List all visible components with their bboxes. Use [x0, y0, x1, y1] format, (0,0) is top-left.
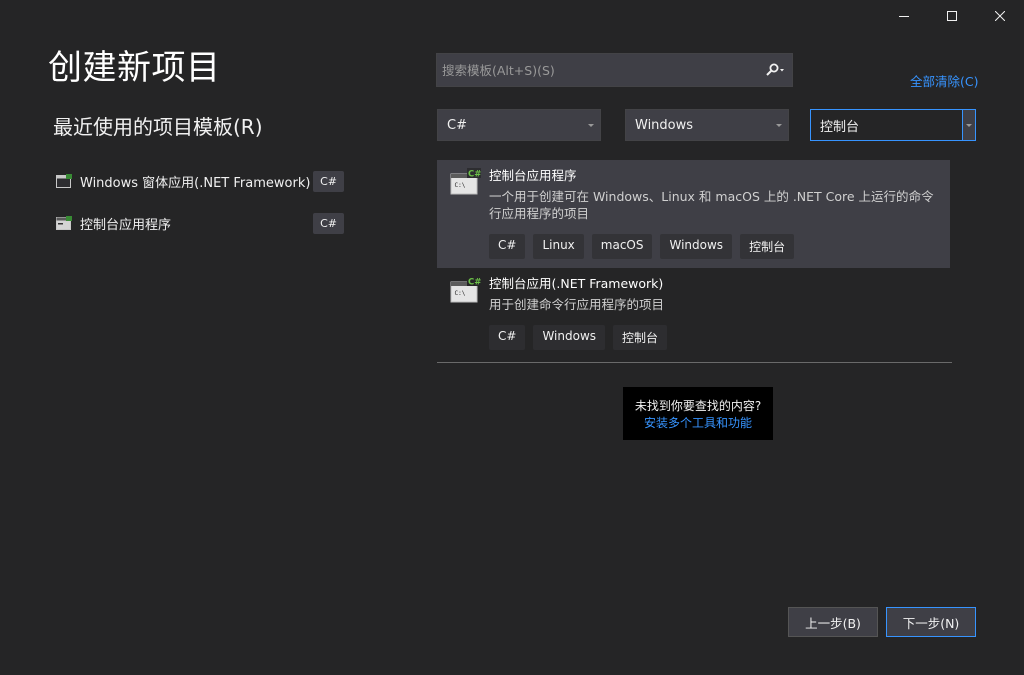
minimize-icon [899, 16, 909, 17]
install-tools-link[interactable]: 安装多个工具和功能 [623, 415, 773, 432]
language-tag: C# [313, 212, 344, 234]
dropdown-toggle[interactable] [962, 110, 975, 140]
result-tag: 控制台 [740, 234, 795, 259]
chevron-down-icon [588, 123, 594, 127]
minimize-button[interactable] [880, 0, 928, 32]
language-filter-value: C# [447, 117, 467, 133]
result-tag: 控制台 [613, 325, 668, 350]
close-button[interactable] [976, 0, 1024, 32]
result-tag: Windows [660, 234, 733, 259]
chevron-down-icon [966, 123, 972, 127]
result-tag: Linux [533, 234, 584, 259]
recent-item-console-app[interactable]: 控制台应用程序 C# [56, 202, 348, 244]
recent-item-windows-forms[interactable]: Windows 窗体应用(.NET Framework) C# [56, 160, 348, 202]
maximize-button[interactable] [928, 0, 976, 32]
result-title: 控制台应用程序 [489, 168, 577, 183]
result-tag: C# [489, 234, 526, 259]
svg-text:C#: C# [468, 170, 481, 180]
console-app-icon [56, 216, 72, 230]
result-title: 控制台应用(.NET Framework) [489, 276, 664, 291]
template-result-console-app[interactable]: C:\ C# 控制台应用程序 一个用于创建可在 Windows、Linux 和 … [437, 160, 950, 268]
result-tags: C# Linux macOS Windows 控制台 [489, 234, 938, 259]
result-tag: macOS [591, 234, 653, 259]
language-filter[interactable]: C# [437, 109, 601, 141]
svg-text:C:\: C:\ [455, 182, 466, 189]
recent-item-label: 控制台应用程序 [80, 217, 172, 233]
back-button[interactable]: 上一步(B) [788, 607, 878, 637]
csharp-console-icon: C:\ C# [450, 276, 481, 303]
template-result-console-app-framework[interactable]: C:\ C# 控制台应用(.NET Framework) 用于创建命令行应用程序… [437, 268, 950, 359]
page-title: 创建新项目 [48, 48, 221, 88]
result-description: 用于创建命令行应用程序的项目 [489, 297, 665, 312]
search-options-button[interactable] [758, 54, 792, 86]
recent-templates-list: Windows 窗体应用(.NET Framework) C# 控制台应用程序 … [56, 160, 348, 244]
result-description: 一个用于创建可在 Windows、Linux 和 macOS 上的 .NET C… [489, 189, 934, 221]
clear-all-link[interactable]: 全部清除(C) [910, 71, 978, 90]
project-type-filter[interactable]: 控制台 [810, 109, 976, 141]
next-button[interactable]: 下一步(N) [886, 607, 976, 637]
not-found-panel: 未找到你要查找的内容? 安装多个工具和功能 [623, 387, 773, 440]
windows-form-icon [56, 174, 72, 188]
platform-filter-value: Windows [635, 117, 694, 133]
result-tag: Windows [533, 325, 606, 350]
template-search [436, 53, 793, 87]
maximize-icon [947, 11, 957, 21]
csharp-console-icon: C:\ C# [450, 168, 481, 195]
search-icon [766, 63, 784, 76]
not-found-question: 未找到你要查找的内容? [634, 399, 762, 413]
svg-text:C#: C# [468, 278, 481, 288]
close-icon [995, 11, 1005, 21]
project-type-filter-value: 控制台 [820, 119, 860, 135]
svg-text:C:\: C:\ [455, 290, 466, 297]
language-tag: C# [313, 170, 344, 192]
result-tags: C# Windows 控制台 [489, 325, 938, 350]
search-input[interactable] [437, 62, 758, 78]
results-divider [437, 362, 952, 363]
template-results-list: C:\ C# 控制台应用程序 一个用于创建可在 Windows、Linux 和 … [437, 160, 950, 359]
chevron-down-icon [776, 123, 782, 127]
platform-filter[interactable]: Windows [625, 109, 789, 141]
window-controls [880, 0, 1024, 32]
recent-item-label: Windows 窗体应用(.NET Framework) [80, 175, 311, 191]
result-tag: C# [489, 325, 526, 350]
recent-templates-heading: 最近使用的项目模板(R) [53, 115, 263, 139]
